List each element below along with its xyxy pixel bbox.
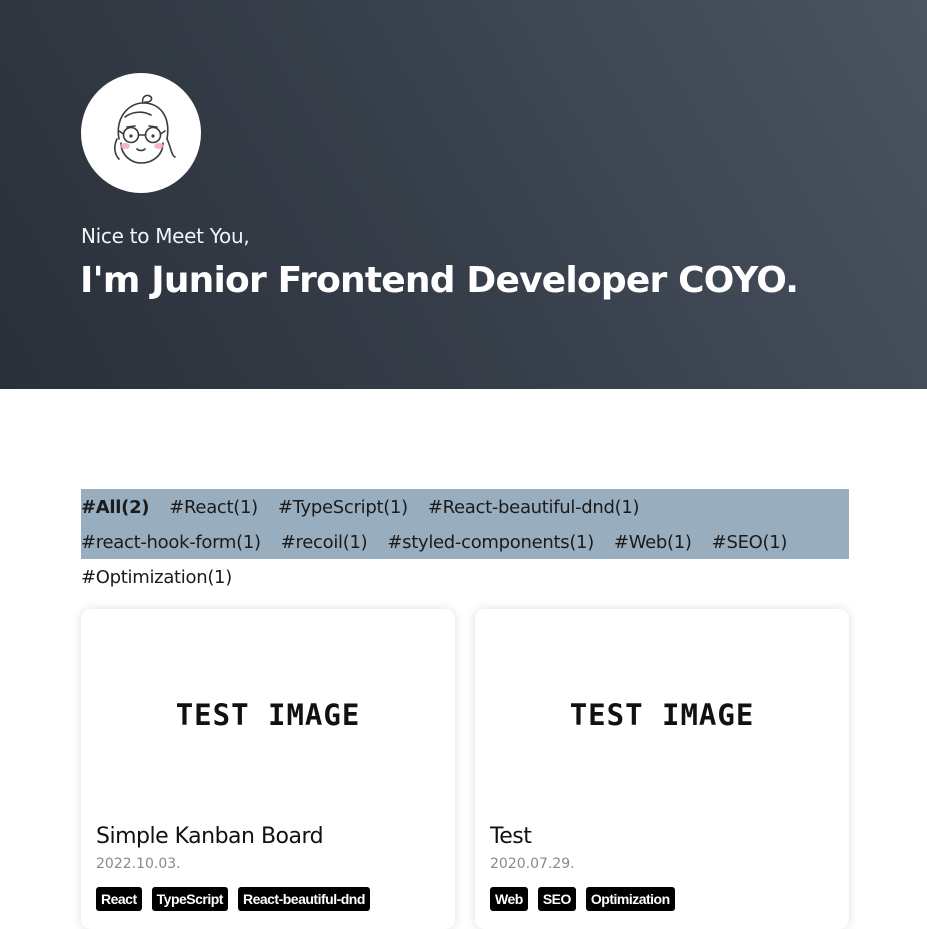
post-date: 2022.10.03. <box>96 856 181 872</box>
filter-tag-react[interactable]: #React(1) <box>169 493 258 528</box>
post-thumbnail[interactable]: TEST IMAGE <box>81 609 455 821</box>
post-tag[interactable]: React <box>96 887 142 911</box>
greeting-text: Nice to Meet You, <box>81 224 250 248</box>
filter-tag-seo[interactable]: #SEO(1) <box>712 528 788 563</box>
post-title[interactable]: Test <box>490 824 532 849</box>
filter-tag-recoil[interactable]: #recoil(1) <box>281 528 368 563</box>
post-card-test[interactable]: TEST IMAGE Test 2020.07.29. Web SEO Opti… <box>475 609 849 929</box>
post-thumbnail[interactable]: TEST IMAGE <box>475 609 849 821</box>
filter-tag-all[interactable]: #All(2) <box>81 493 150 528</box>
profile-header: Nice to Meet You, I'm Junior Frontend De… <box>0 0 927 389</box>
avatar-illustration-icon <box>114 94 176 164</box>
post-card-kanban[interactable]: TEST IMAGE Simple Kanban Board 2022.10.0… <box>81 609 455 929</box>
filter-tag-styled-components[interactable]: #styled-components(1) <box>387 528 594 563</box>
filter-tag-web[interactable]: #Web(1) <box>614 528 692 563</box>
category-filter-list: #All(2) #React(1) #TypeScript(1) #React-… <box>81 489 849 588</box>
filter-tag-optimization[interactable]: #Optimization(1) <box>81 563 232 598</box>
post-tag[interactable]: SEO <box>537 887 576 911</box>
post-tag[interactable]: Optimization <box>585 887 675 911</box>
thumbnail-text: TEST IMAGE <box>175 698 361 732</box>
thumbnail-text: TEST IMAGE <box>569 698 755 732</box>
page-title: I'm Junior Frontend Developer COYO. <box>80 260 799 301</box>
post-tag[interactable]: React-beautiful-dnd <box>237 887 370 911</box>
post-date: 2020.07.29. <box>490 856 575 872</box>
filter-tag-react-hook-form[interactable]: #react-hook-form(1) <box>81 528 261 563</box>
avatar <box>81 73 201 193</box>
post-title[interactable]: Simple Kanban Board <box>96 824 324 849</box>
post-tag-list: Web SEO Optimization <box>490 887 685 911</box>
filter-tag-react-beautiful-dnd[interactable]: #React-beautiful-dnd(1) <box>428 493 640 528</box>
post-tag-list: React TypeScript React-beautiful-dnd <box>96 887 380 911</box>
filter-tag-typescript[interactable]: #TypeScript(1) <box>278 493 408 528</box>
post-tag[interactable]: TypeScript <box>151 887 228 911</box>
post-tag[interactable]: Web <box>490 887 528 911</box>
